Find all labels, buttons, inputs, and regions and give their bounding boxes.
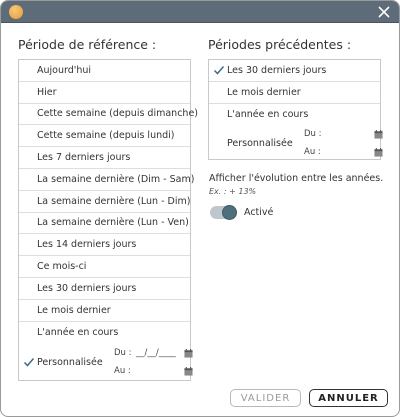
reference-custom-dates: Du : __/__/____ Au : xyxy=(114,344,193,380)
reference-option-item-label: Les 30 derniers jours xyxy=(37,282,137,294)
date-range-dialog: Période de référence : Aujourd'hui Hier Ce… xyxy=(0,0,400,417)
reference-option-les-7-derniers-jours[interactable]: Les 7 derniers jours xyxy=(19,147,190,169)
reference-period-list: Aujourd'hui Hier Cette semaine (depuis dim… xyxy=(18,59,198,381)
previous-custom-option[interactable]: Personnalisée Du : Au : xyxy=(209,125,383,161)
checkmark-icon xyxy=(23,358,35,367)
reference-option-les-30-derniers-jours[interactable]: Les 30 derniers jours xyxy=(19,278,190,300)
previous-periods-list: Les 30 derniers jours Le mois dernier L'an… xyxy=(208,59,383,161)
reference-option-le-mois-dernier[interactable]: Le mois dernier xyxy=(19,300,190,322)
du-date-input[interactable]: __/__/____ xyxy=(136,348,178,358)
reference-option-item-label: Aujourd'hui xyxy=(37,64,92,76)
reference-option-item-label: Cette semaine (depuis dimanche) xyxy=(37,108,198,120)
previous-option-item-label: Les 30 derniers jours xyxy=(227,64,327,76)
reference-option-les-14-derniers-jours[interactable]: Les 14 derniers jours xyxy=(19,234,190,257)
previous-periods-title: Périodes précédentes : xyxy=(208,37,352,52)
reference-option-cette-semaine-depuis-dimanche[interactable]: Cette semaine (depuis dimanche) xyxy=(19,104,198,126)
evolution-description: Afficher l'évolution entre les années. xyxy=(209,173,384,184)
app-icon xyxy=(9,5,23,19)
previous-option-item-label: L'année en cours xyxy=(227,108,309,120)
calendar-icon[interactable] xyxy=(374,147,383,157)
au-label: Au : xyxy=(114,366,131,377)
previous-custom-label: Personnalisée xyxy=(227,137,293,149)
reference-option-la-semaine-derniere-lun-dim[interactable]: La semaine dernière (Lun - Dim) xyxy=(19,191,190,213)
toggle-knob xyxy=(222,205,237,220)
du-label: Du : xyxy=(114,348,132,359)
reference-option-la-semaine-derniere-dim-sam[interactable]: La semaine dernière (Dim - Sam) xyxy=(19,169,194,191)
reference-option-item-label: L'année en cours xyxy=(37,326,119,338)
previous-option-les-30-derniers-jours[interactable]: Les 30 derniers jours xyxy=(209,60,380,82)
reference-option-ce-mois-ci[interactable]: Ce mois-ci xyxy=(19,256,190,278)
reference-option-item-label: La semaine dernière (Lun - Ven) xyxy=(37,217,189,229)
close-icon[interactable] xyxy=(375,3,393,21)
calendar-icon[interactable] xyxy=(184,366,193,376)
previous-custom-dates: Du : Au : xyxy=(304,125,383,161)
evolution-toggle-label: Activé xyxy=(244,207,274,218)
reference-option-l-annee-en-cours[interactable]: L'année en cours xyxy=(19,322,190,344)
reference-option-aujourd-hui[interactable]: Aujourd'hui xyxy=(19,60,190,82)
reference-custom-label: Personnalisée xyxy=(37,356,103,368)
reference-period-title: Période de référence : xyxy=(18,37,157,52)
reference-option-item-label: Hier xyxy=(37,86,57,98)
du-label: Du : xyxy=(304,129,322,140)
reference-option-item-label: Les 7 derniers jours xyxy=(37,152,131,164)
calendar-icon[interactable] xyxy=(184,348,193,358)
calendar-icon[interactable] xyxy=(374,129,383,139)
previous-option-le-mois-dernier[interactable]: Le mois dernier xyxy=(209,82,380,104)
evolution-toggle[interactable] xyxy=(210,205,237,220)
reference-option-item-label: Le mois dernier xyxy=(37,304,111,316)
reference-option-item-label: La semaine dernière (Dim - Sam) xyxy=(37,173,195,185)
checkmark-icon xyxy=(213,66,225,75)
au-label: Au : xyxy=(304,147,321,158)
reference-option-item-label: Ce mois-ci xyxy=(37,261,87,273)
validate-button[interactable]: VALIDER xyxy=(230,389,301,407)
title-bar xyxy=(1,1,399,23)
reference-option-item-label: Cette semaine (depuis lundi) xyxy=(37,130,175,142)
reference-option-item-label: La semaine dernière (Lun - Dim) xyxy=(37,195,191,207)
previous-option-item-label: Le mois dernier xyxy=(227,86,301,98)
reference-custom-option[interactable]: Personnalisée Du : __/__/____ Au : xyxy=(19,343,193,381)
reference-option-hier[interactable]: Hier xyxy=(19,82,190,104)
evolution-example: Ex. : + 13% xyxy=(209,187,257,196)
previous-option-l-annee-en-cours[interactable]: L'année en cours xyxy=(209,104,380,126)
reference-option-cette-semaine-depuis-lundi[interactable]: Cette semaine (depuis lundi) xyxy=(19,125,190,148)
cancel-button[interactable]: ANNULER xyxy=(309,389,388,407)
reference-option-item-label: Les 14 derniers jours xyxy=(37,239,137,251)
reference-option-la-semaine-derniere-lun-ven[interactable]: La semaine dernière (Lun - Ven) xyxy=(19,213,190,235)
